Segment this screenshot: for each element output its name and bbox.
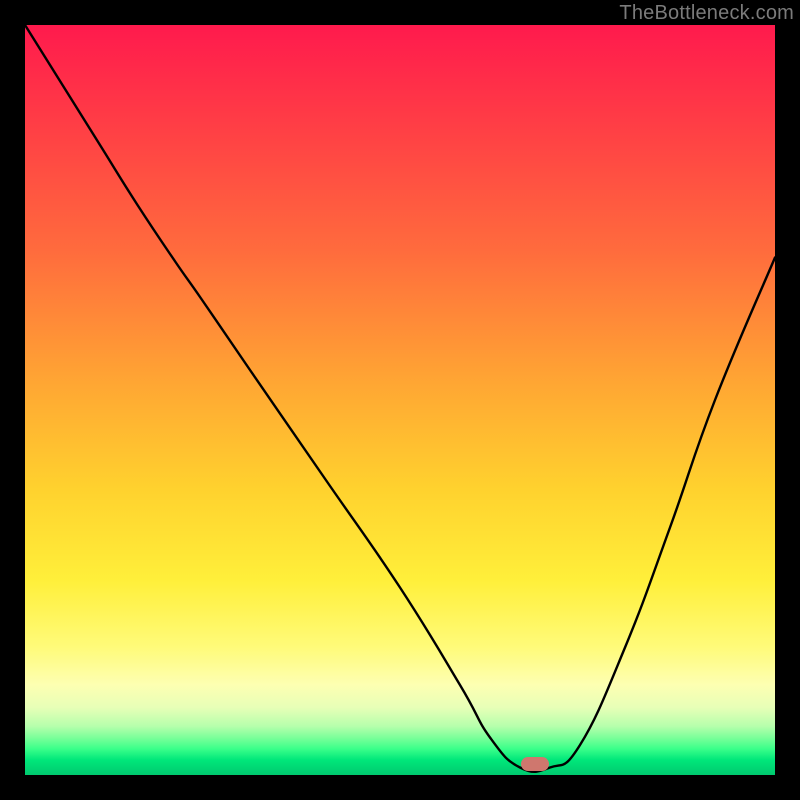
chart-frame: TheBottleneck.com (0, 0, 800, 800)
watermark-text: TheBottleneck.com (619, 2, 794, 25)
bottleneck-marker (521, 757, 549, 771)
plot-area (25, 25, 775, 775)
curve-svg (25, 25, 775, 775)
bottleneck-curve (25, 25, 775, 772)
